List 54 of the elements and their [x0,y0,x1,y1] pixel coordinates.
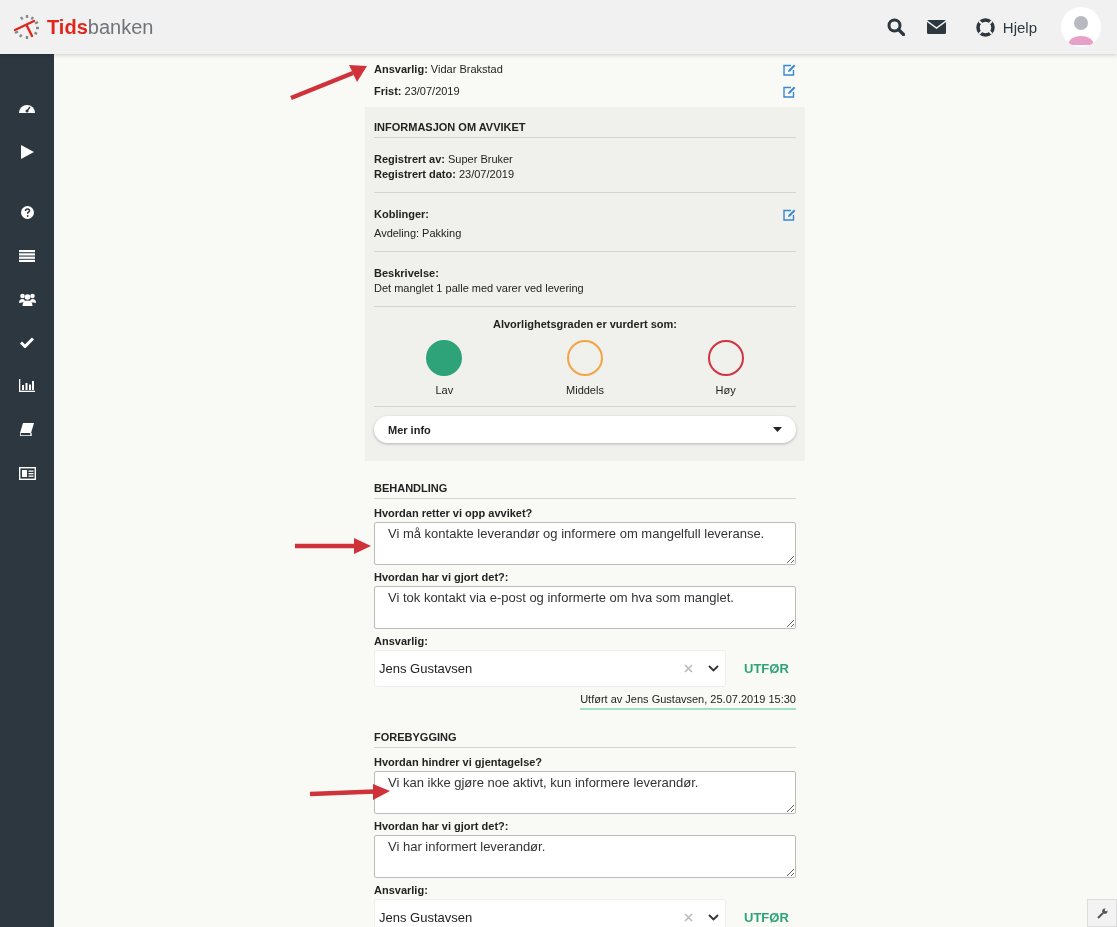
severity-label: Lav [435,384,454,396]
field-label: Hvordan har vi gjort det?: [374,820,510,833]
completed-note: Utført av Jens Gustavsen, 25.07.2019 15:30 [580,693,796,710]
section-heading: INFORMASJON OM AVVIKET [374,121,796,138]
field-label: Ansvarlig: [374,884,429,897]
chevron-down-icon[interactable] [708,914,719,921]
summary-field: Frist: 23/07/2019 [374,84,460,99]
summary-field: Ansvarlig: Vidar Brakstad [374,62,503,77]
speedometer-icon[interactable] [19,102,35,114]
book-icon[interactable] [20,423,34,436]
help-button[interactable]: Hjelp [975,17,1037,37]
field-label: Hvordan har vi gjort det?: [374,571,510,584]
edit-icon[interactable] [783,63,796,76]
info-field: Registrert av: Super Bruker [374,152,796,167]
more-info-dropdown[interactable]: Mer info [374,416,796,443]
section-heading: BEHANDLING [374,482,796,499]
chevron-down-icon[interactable] [708,665,719,672]
bar-chart-icon[interactable] [19,379,35,392]
play-icon[interactable] [20,145,34,159]
help-icon[interactable] [20,206,34,219]
lifebuoy-icon [975,17,995,37]
answer-field[interactable]: Vi tok kontakt via e-post og informerte om hva som manglet. [374,586,796,629]
search-icon[interactable] [886,18,905,36]
field-label: Koblinger: [374,207,429,222]
answer-field[interactable]: Vi kan ikke gjøre noe aktivt, kun informere leverandør. [374,771,796,814]
severity-option[interactable] [707,340,744,376]
logo-text: Tidsbanken [47,15,154,39]
checkmark-icon[interactable] [20,337,34,348]
info-field: Registrert dato: 23/07/2019 [374,167,796,182]
field-label: Hvordan retter vi opp avviket? [374,507,534,520]
severity-option[interactable] [426,340,463,376]
info-field: Avdeling: Pakking [374,226,796,241]
wrench-icon [1096,907,1108,919]
list-icon[interactable] [19,250,35,262]
envelope-icon[interactable] [926,20,946,34]
settings-button[interactable] [1087,899,1117,927]
caret-icon [773,427,782,432]
responsible-select[interactable]: Jens Gustavsen [374,899,726,927]
clock-logo-icon [12,14,42,40]
field-label: Hvordan hindrer vi gjentagelse? [374,756,544,769]
users-icon[interactable] [18,293,36,306]
severity-label: Høy [715,384,736,396]
answer-field[interactable]: Vi må kontakte leverandør og informere om mangelfull leveranse. [374,522,796,565]
responsible-select[interactable]: Jens Gustavsen [374,650,726,687]
field-label: Beskrivelse: [374,266,440,281]
edit-icon[interactable] [783,208,796,221]
severity-heading: Alvorlighetsgraden er vurdert som: [493,317,677,332]
edit-icon[interactable] [783,85,796,98]
description-text: Det manglet 1 palle med varer ved levering [374,281,585,296]
field-label: Ansvarlig: [374,635,429,648]
id-card-icon[interactable] [18,467,36,480]
section-heading: FOREBYGGING [374,731,796,748]
severity-label: Middels [566,384,604,396]
answer-field[interactable]: Vi har informert leverandør. [374,835,796,878]
